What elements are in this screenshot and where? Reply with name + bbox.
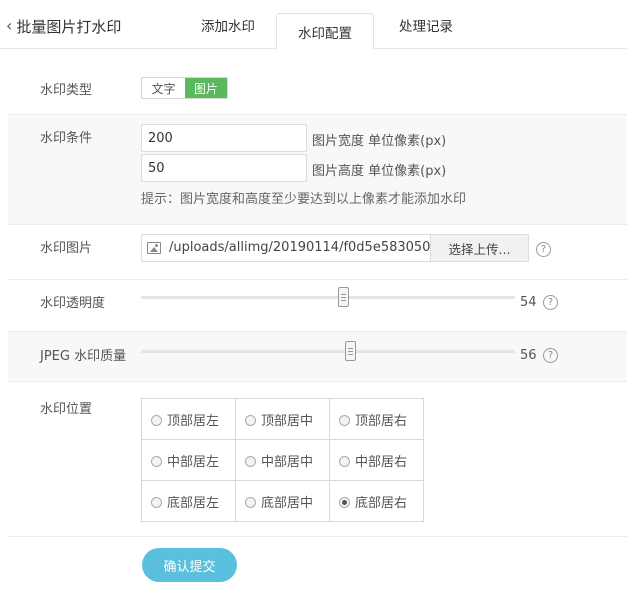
type-option-image[interactable]: 图片: [185, 78, 227, 98]
position-middle-right[interactable]: 中部居右: [329, 439, 424, 481]
position-middle-left[interactable]: 中部居左: [141, 439, 236, 481]
position-middle-center[interactable]: 中部居中: [235, 439, 330, 481]
help-icon[interactable]: ?: [543, 348, 558, 363]
radio-icon: [151, 414, 162, 426]
tab-process-log[interactable]: 处理记录: [374, 0, 478, 49]
label-watermark-type: 水印类型: [40, 83, 93, 98]
min-width-suffix: 图片宽度 单位像素(px): [312, 134, 447, 149]
help-icon[interactable]: ?: [536, 242, 551, 257]
back-button[interactable]: ‹ 批量图片打水印: [6, 14, 121, 38]
radio-icon: [245, 455, 256, 467]
submit-button[interactable]: 确认提交: [142, 548, 237, 582]
position-top-left[interactable]: 顶部居左: [141, 398, 236, 440]
min-height-suffix: 图片高度 单位像素(px): [312, 164, 447, 179]
tab-add-watermark[interactable]: 添加水印: [180, 0, 276, 49]
label-watermark-condition: 水印条件: [40, 131, 93, 146]
position-grid: 顶部居左 顶部居中 顶部居右 中部居左 中部居中 中部居右 底部居左 底部居中 …: [141, 398, 424, 522]
row-watermark-condition: 水印条件 200 图片宽度 单位像素(px) 50 图片高度 单位像素(px) …: [8, 115, 627, 225]
row-watermark-opacity: 水印透明度 54 ?: [8, 280, 627, 332]
radio-icon: [339, 496, 350, 508]
label-jpeg-quality: JPEG 水印质量: [40, 349, 127, 364]
page-title: 批量图片打水印: [16, 17, 122, 36]
position-bottom-left[interactable]: 底部居左: [141, 480, 236, 522]
row-watermark-position: 水印位置 顶部居左 顶部居中 顶部居右 中部居左 中部居中 中部居右 底部居左 …: [8, 382, 627, 537]
position-label: 底部居左: [167, 495, 220, 511]
opacity-slider-thumb[interactable]: [337, 287, 349, 307]
chevron-left-icon: ‹: [6, 16, 13, 35]
row-watermark-type: 水印类型 文字 图片: [8, 65, 627, 115]
label-watermark-opacity: 水印透明度: [40, 296, 106, 311]
position-label: 中部居左: [167, 454, 220, 470]
position-top-center[interactable]: 顶部居中: [235, 398, 330, 440]
position-grid-row: 底部居左 底部居中 底部居右: [141, 480, 424, 522]
quality-value: 56: [520, 348, 537, 363]
radio-icon: [339, 455, 350, 467]
min-height-input[interactable]: 50: [141, 154, 307, 182]
position-label: 顶部居左: [167, 413, 220, 429]
position-label: 底部居右: [355, 495, 408, 511]
position-label: 顶部居右: [355, 413, 408, 429]
label-watermark-position: 水印位置: [40, 402, 93, 417]
position-grid-row: 顶部居左 顶部居中 顶部居右: [141, 398, 424, 440]
position-label: 顶部居中: [261, 413, 314, 429]
watermark-type-toggle: 文字 图片: [141, 77, 228, 99]
watermark-image-path[interactable]: /uploads/allimg/20190114/f0d5e5830502: [169, 235, 431, 261]
position-grid-row: 中部居左 中部居中 中部居右: [141, 439, 424, 481]
row-watermark-image: 水印图片 /uploads/allimg/20190114/f0d5e58305…: [8, 225, 627, 280]
position-label: 中部居右: [355, 454, 408, 470]
row-jpeg-quality: JPEG 水印质量 56 ?: [8, 332, 627, 382]
condition-hint: 提示：图片宽度和高度至少要达到以上像素才能添加水印: [141, 192, 467, 207]
position-label: 中部居中: [261, 454, 314, 470]
watermark-image-field: /uploads/allimg/20190114/f0d5e5830502 选择…: [141, 234, 529, 262]
tab-bar: 添加水印 水印配置 处理记录: [180, 0, 478, 50]
tab-label: 水印配置: [298, 25, 352, 42]
tab-label: 添加水印: [201, 18, 255, 35]
opacity-slider[interactable]: [141, 287, 515, 307]
quality-slider[interactable]: [141, 341, 515, 361]
position-bottom-right[interactable]: 底部居右: [329, 480, 424, 522]
tab-watermark-config[interactable]: 水印配置: [276, 13, 374, 50]
radio-icon: [339, 414, 350, 426]
upload-button[interactable]: 选择上传...: [430, 235, 528, 261]
quality-slider-thumb[interactable]: [345, 341, 357, 361]
page-header: ‹ 批量图片打水印 添加水印 水印配置 处理记录: [0, 0, 627, 50]
radio-icon: [151, 455, 162, 467]
radio-icon: [245, 414, 256, 426]
min-width-input[interactable]: 200: [141, 124, 307, 152]
position-label: 底部居中: [261, 495, 314, 511]
type-option-text[interactable]: 文字: [142, 78, 185, 98]
position-top-right[interactable]: 顶部居右: [329, 398, 424, 440]
position-bottom-center[interactable]: 底部居中: [235, 480, 330, 522]
tab-label: 处理记录: [399, 18, 453, 35]
radio-icon: [245, 496, 256, 508]
opacity-value: 54: [520, 295, 537, 310]
radio-icon: [151, 496, 162, 508]
image-icon: [147, 242, 161, 254]
help-icon[interactable]: ?: [543, 295, 558, 310]
label-watermark-image: 水印图片: [40, 241, 93, 256]
